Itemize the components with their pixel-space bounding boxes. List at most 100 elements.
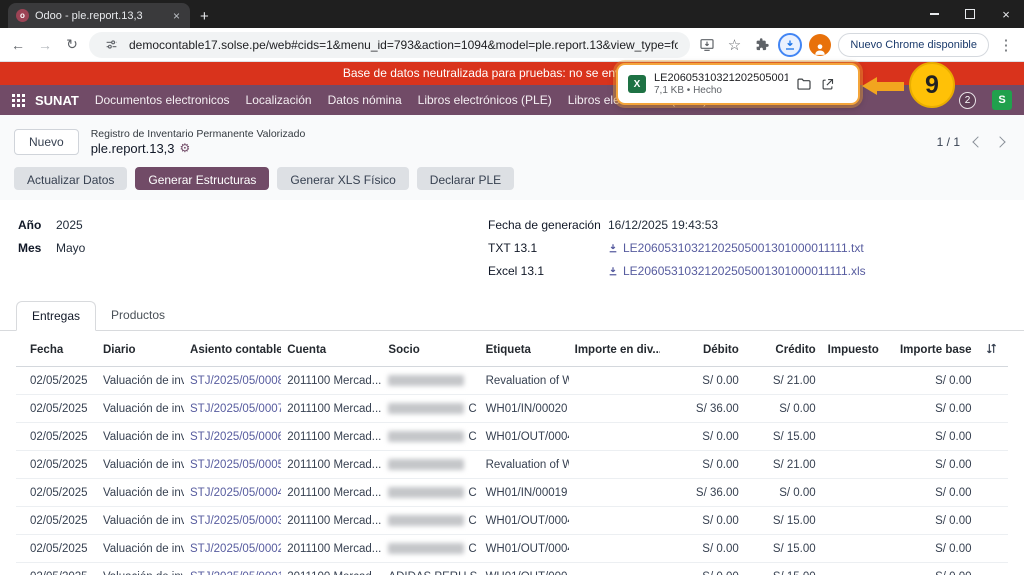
- action-gear-icon[interactable]: ⚙: [180, 142, 191, 154]
- table-row[interactable]: 02/05/2025Valuación de inve...STJ/2025/0…: [16, 535, 1008, 563]
- redacted-partner: [388, 515, 464, 526]
- cell-actions: [978, 451, 1008, 479]
- chrome-update-button[interactable]: Nuevo Chrome disponible: [838, 33, 989, 57]
- tab-close-icon[interactable]: ×: [171, 9, 182, 23]
- tab-entregas[interactable]: Entregas: [16, 301, 96, 331]
- window-maximize-button[interactable]: [952, 0, 988, 28]
- cell-impuesto: [822, 367, 883, 395]
- table-row[interactable]: 02/05/2025Valuación de inve...STJ/2025/0…: [16, 563, 1008, 575]
- cell-etiqueta: Revaluation of W...: [480, 451, 569, 479]
- cell-socio: C: [382, 479, 479, 507]
- activities-badge[interactable]: 2: [959, 92, 976, 109]
- table-row[interactable]: 02/05/2025Valuación de inve... STJ/2025/0…: [16, 423, 1008, 451]
- control-panel: Nuevo Registro de Inventario Permanente …: [0, 115, 1024, 163]
- table-row[interactable]: 02/05/2025Valuación de inve...STJ/2025/0…: [16, 479, 1008, 507]
- table-row[interactable]: 02/05/2025Valuación de inve...STJ/2025/0…: [16, 507, 1008, 535]
- user-avatar[interactable]: S: [992, 90, 1012, 110]
- pager-prev-icon[interactable]: [972, 136, 983, 147]
- bookmark-star-icon[interactable]: ☆: [724, 36, 744, 54]
- cell-importe_base: S/ 0.00: [882, 535, 977, 563]
- extensions-icon[interactable]: [751, 37, 771, 52]
- download-arrow-icon: [608, 266, 618, 276]
- cell-impuesto: [822, 535, 883, 563]
- col-etiqueta[interactable]: Etiqueta: [480, 334, 569, 367]
- window-close-button[interactable]: ×: [988, 0, 1024, 28]
- download-bubble[interactable]: X LE20605310321202505001301000011111.xls…: [616, 63, 860, 105]
- downloads-icon[interactable]: [778, 33, 802, 57]
- browser-window: o Odoo - ple.report.13,3 × + × ← → ↻ dem…: [0, 0, 1024, 575]
- back-icon[interactable]: ←: [8, 37, 28, 53]
- col-importe-divisa[interactable]: Importe en div...: [569, 334, 660, 367]
- cell-debito: S/ 36.00: [660, 479, 745, 507]
- pager-next-icon[interactable]: [994, 136, 1005, 147]
- cell-cuenta: 2011100 Mercad...: [281, 423, 382, 451]
- cell-importe_divisa: [569, 563, 660, 575]
- col-impuesto[interactable]: Impuesto: [822, 334, 883, 367]
- journal-entry-link[interactable]: STJ/2025/05/0005: [190, 459, 281, 471]
- apps-grid-icon[interactable]: [12, 94, 25, 107]
- install-app-icon[interactable]: [697, 37, 717, 53]
- window-minimize-button[interactable]: [916, 0, 952, 28]
- table-row[interactable]: 02/05/2025Valuación de inve...STJ/2025/0…: [16, 395, 1008, 423]
- cell-asiento[interactable]: STJ/2025/05/0008: [184, 367, 281, 395]
- col-socio[interactable]: Socio: [382, 334, 479, 367]
- tab-productos[interactable]: Productos: [96, 301, 180, 330]
- col-cuenta[interactable]: Cuenta: [281, 334, 382, 367]
- col-asiento[interactable]: Asiento contable: [184, 334, 281, 367]
- cell-impuesto: [822, 451, 883, 479]
- show-in-folder-icon[interactable]: [796, 76, 812, 92]
- journal-entry-link[interactable]: STJ/2025/05/0001: [190, 571, 281, 575]
- month-value[interactable]: Mayo: [56, 241, 85, 255]
- journal-entry-link[interactable]: STJ/2025/05/0007: [190, 403, 281, 415]
- new-tab-icon[interactable]: +: [200, 9, 209, 24]
- table-row[interactable]: 02/05/2025Valuación de inve...STJ/2025/0…: [16, 367, 1008, 395]
- cell-asiento[interactable]: STJ/2025/05/0003: [184, 507, 281, 535]
- nav-item-documentos-electronicos[interactable]: Documentos electronicos: [95, 93, 230, 107]
- journal-entry-link[interactable]: STJ/2025/05/0006: [190, 431, 281, 443]
- browser-tab[interactable]: o Odoo - ple.report.13,3 ×: [8, 3, 190, 28]
- nav-item-datos-nomina[interactable]: Datos nómina: [328, 93, 402, 107]
- cell-asiento[interactable]: STJ/2025/05/0005: [184, 451, 281, 479]
- optional-columns-icon[interactable]: [978, 334, 1008, 367]
- nav-item-localizacion[interactable]: Localización: [246, 93, 312, 107]
- cell-asiento[interactable]: STJ/2025/05/0004: [184, 479, 281, 507]
- new-record-button[interactable]: Nuevo: [14, 129, 79, 155]
- site-info-icon[interactable]: [101, 38, 121, 51]
- col-credito[interactable]: Crédito: [745, 334, 822, 367]
- cell-fecha: 02/05/2025: [16, 507, 97, 535]
- journal-entry-link[interactable]: STJ/2025/05/0004: [190, 487, 281, 499]
- cell-diario: Valuación de inve...: [97, 423, 184, 451]
- cell-cuenta: 2011100 Mercad...: [281, 535, 382, 563]
- generate-structures-button[interactable]: Generar Estructuras: [135, 167, 269, 190]
- profile-avatar-icon[interactable]: [809, 34, 831, 56]
- excel-file-link[interactable]: LE20605310321202505001301000011111.xls: [608, 264, 866, 278]
- journal-entry-link[interactable]: STJ/2025/05/0002: [190, 543, 281, 555]
- col-fecha[interactable]: Fecha: [16, 334, 97, 367]
- update-data-button[interactable]: Actualizar Datos: [14, 167, 127, 190]
- nav-item-libros-ple[interactable]: Libros electrónicos (PLE): [418, 93, 552, 107]
- journal-entry-link[interactable]: STJ/2025/05/0008: [190, 375, 281, 387]
- reload-icon[interactable]: ↻: [62, 36, 82, 53]
- table-row[interactable]: 02/05/2025Valuación de inve...STJ/2025/0…: [16, 451, 1008, 479]
- menu-dots-icon[interactable]: ⋮: [996, 36, 1016, 54]
- generate-xls-button[interactable]: Generar XLS Físico: [277, 167, 408, 190]
- app-brand[interactable]: SUNAT: [35, 93, 79, 108]
- address-bar[interactable]: democontable17.solse.pe/web#cids=1&menu_…: [89, 32, 690, 58]
- col-importe-base[interactable]: Importe base: [882, 334, 977, 367]
- col-debito[interactable]: Débito: [660, 334, 745, 367]
- cell-asiento[interactable]: STJ/2025/05/0002: [184, 535, 281, 563]
- cell-asiento[interactable]: STJ/2025/05/0007: [184, 395, 281, 423]
- cell-importe_base: S/ 0.00: [882, 479, 977, 507]
- open-file-icon[interactable]: [820, 77, 835, 92]
- journal-entry-link[interactable]: STJ/2025/05/0003: [190, 515, 281, 527]
- year-value[interactable]: 2025: [56, 218, 83, 232]
- redacted-partner: [388, 487, 464, 498]
- declare-ple-button[interactable]: Declarar PLE: [417, 167, 514, 190]
- col-diario[interactable]: Diario: [97, 334, 184, 367]
- cell-asiento[interactable]: STJ/2025/05/0006: [184, 423, 281, 451]
- cell-fecha: 02/05/2025: [16, 423, 97, 451]
- cell-asiento[interactable]: STJ/2025/05/0001: [184, 563, 281, 575]
- txt-file-link[interactable]: LE20605310321202505001301000011111.txt: [608, 241, 864, 255]
- forward-icon[interactable]: →: [35, 37, 55, 53]
- breadcrumb-title[interactable]: Registro de Inventario Permanente Valori…: [91, 128, 306, 140]
